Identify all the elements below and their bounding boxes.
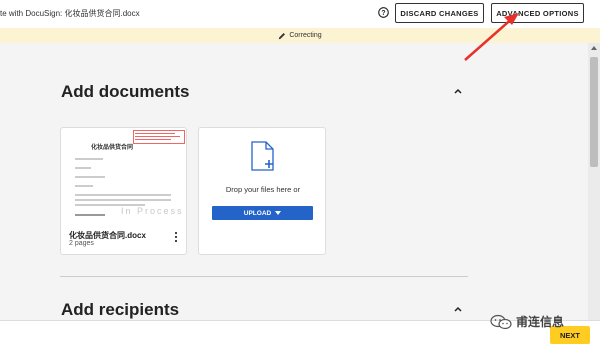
svg-text:?: ?	[381, 10, 385, 17]
add-recipients-heading: Add recipients	[61, 300, 180, 319]
upload-button[interactable]: UPLOAD	[212, 206, 313, 220]
chevron-up-icon[interactable]	[454, 88, 462, 94]
upload-button-label: UPLOAD	[243, 209, 272, 217]
document-thumbnail: 化妆品供货合同 In Process	[61, 128, 186, 225]
brand-watermark: 甫连信息	[490, 313, 564, 330]
drop-zone-text: Drop your files here or	[225, 185, 301, 194]
document-card[interactable]: 化妆品供货合同 In Process 化妆品供货合同.docx 2 pages	[60, 127, 187, 255]
discard-changes-button[interactable]: DISCARD CHANGES	[395, 3, 484, 23]
status-banner: Correcting	[0, 28, 600, 43]
chevron-up-icon[interactable]	[454, 306, 462, 312]
pencil-icon	[279, 32, 286, 39]
section-divider	[60, 276, 468, 277]
caret-down-icon	[275, 211, 282, 215]
top-bar: te with DocuSign: 化妆品供货合同.docx ? DISCARD…	[0, 0, 600, 28]
scrollbar-thumb[interactable]	[590, 57, 598, 167]
advanced-options-button[interactable]: ADVANCED OPTIONS	[491, 3, 584, 23]
more-options-icon[interactable]	[174, 231, 178, 243]
thumbnail-heading: 化妆品供货合同	[91, 145, 134, 151]
thumbnail-watermark: In Process	[121, 206, 184, 216]
add-documents-heading: Add documents	[61, 82, 190, 101]
file-drop-zone[interactable]: Drop your files here or UPLOAD	[198, 127, 326, 255]
brand-text: 甫连信息	[516, 315, 565, 329]
window-title: te with DocuSign: 化妆品供货合同.docx	[0, 9, 140, 18]
vertical-scrollbar[interactable]	[588, 43, 600, 320]
scroll-up-icon[interactable]	[591, 46, 597, 50]
help-icon[interactable]: ?	[378, 7, 389, 18]
document-page-count: 2 pages	[69, 240, 94, 247]
file-add-icon	[251, 141, 274, 171]
status-text: Correcting	[289, 32, 322, 39]
wechat-icon	[490, 314, 512, 329]
